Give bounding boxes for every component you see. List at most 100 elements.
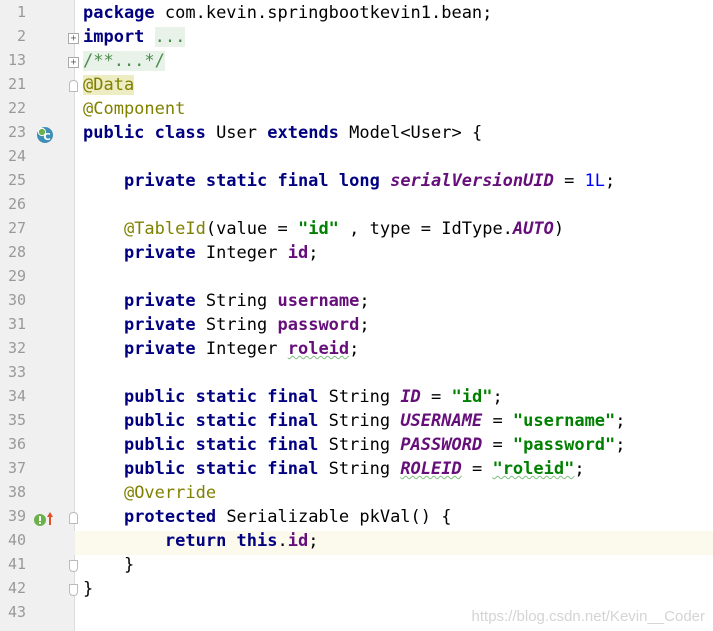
gutter-cell: 22 — [0, 99, 75, 123]
line-number: 36 — [7, 435, 26, 453]
gutter-cell: 25 — [0, 171, 75, 195]
line-number: 39 — [7, 507, 26, 525]
code-token: public static final — [123, 435, 319, 455]
code-text: @Component — [83, 99, 185, 123]
code-line[interactable]: 37 public static final String ROLEID = "… — [0, 459, 713, 483]
code-token: String — [318, 411, 401, 431]
gutter-cell: 31 — [0, 315, 75, 339]
code-token: String — [195, 291, 278, 311]
code-line[interactable]: 38 @Override — [0, 483, 713, 507]
code-line[interactable]: 36 public static final String PASSWORD =… — [0, 435, 713, 459]
code-token: ; — [308, 531, 319, 551]
code-token: USERNAME — [400, 411, 483, 431]
code-token: private — [123, 291, 196, 311]
code-line[interactable]: 1 package com.kevin.springbootkevin1.bean… — [0, 3, 713, 27]
code-token: "password" — [512, 435, 616, 455]
code-token: import — [83, 27, 145, 47]
code-line[interactable]: 23 Cpublic class User extends Model<User>… — [0, 123, 713, 147]
code-text: protected Serializable pkVal() { — [83, 507, 452, 531]
code-text: public static final String ROLEID = "rol… — [83, 459, 585, 483]
code-token: String — [318, 459, 401, 479]
fold-expand-icon[interactable]: + — [68, 57, 79, 68]
code-line[interactable]: 26 — [0, 195, 713, 219]
code-line[interactable]: 32 private Integer roleid; — [0, 339, 713, 363]
gutter-cell: 37 — [0, 459, 75, 483]
code-editor[interactable]: 1 package com.kevin.springbootkevin1.bean… — [0, 0, 713, 631]
line-number: 28 — [7, 243, 26, 261]
fold-expand-icon[interactable]: + — [68, 33, 79, 44]
line-number: 35 — [7, 411, 26, 429]
code-line[interactable]: 31 private String password; — [0, 315, 713, 339]
code-token: Model<User> { — [338, 123, 483, 143]
code-line[interactable]: 39 protected Serializable pkVal() { — [0, 507, 713, 531]
code-text: @Override — [83, 483, 216, 507]
code-token: PASSWORD — [400, 435, 483, 455]
code-token: Serializable pkVal() { — [216, 507, 452, 527]
code-line[interactable]: 41 } — [0, 555, 713, 579]
gutter-cell: 23 C — [0, 123, 75, 147]
code-token: = — [482, 411, 513, 431]
code-token: public static final — [123, 411, 319, 431]
code-token: id — [287, 243, 309, 263]
code-line[interactable]: 21 @Data — [0, 75, 713, 99]
code-token: @TableId — [123, 219, 206, 239]
code-token: = — [420, 387, 452, 407]
code-line[interactable]: 29 — [0, 267, 713, 291]
code-line[interactable]: 25 private static final long serialVersi… — [0, 171, 713, 195]
code-token: private — [123, 243, 196, 263]
code-token: ROLEID — [400, 459, 462, 479]
code-line[interactable]: 2 + import ... — [0, 27, 713, 51]
code-token: Integer — [195, 243, 288, 263]
code-line[interactable]: 42} — [0, 579, 713, 603]
code-token: private — [123, 339, 196, 359]
code-token: } — [83, 555, 135, 575]
code-line[interactable]: 27 @TableId(value = "id" , type = IdType… — [0, 219, 713, 243]
code-token: ; — [574, 459, 585, 479]
fold-end-icon[interactable] — [69, 584, 78, 596]
fold-start-icon[interactable] — [69, 512, 78, 524]
gutter-cell: 24 — [0, 147, 75, 171]
code-line[interactable]: 13 + /**...*/ — [0, 51, 713, 75]
code-token: public static final — [123, 459, 319, 479]
line-number: 27 — [7, 219, 26, 237]
code-text: private Integer roleid; — [83, 339, 359, 363]
code-token: @Override — [123, 483, 217, 503]
code-token: = — [482, 435, 513, 455]
gutter-cell: 39 — [0, 507, 78, 531]
gutter-cell: 36 — [0, 435, 75, 459]
line-number: 42 — [7, 579, 26, 597]
gutter-cell: 33 — [0, 363, 75, 387]
code-token: ; — [492, 387, 503, 407]
code-line[interactable]: 33 — [0, 363, 713, 387]
code-token: 1L — [584, 171, 606, 191]
line-number: 31 — [7, 315, 26, 333]
code-token: "roleid" — [492, 459, 575, 479]
code-token: @Data — [83, 75, 135, 95]
code-line[interactable]: 22 @Component — [0, 99, 713, 123]
code-line[interactable]: 28 private Integer id; — [0, 243, 713, 267]
code-text: private String username; — [83, 291, 370, 315]
override-method-icon[interactable] — [33, 510, 55, 528]
line-number: 22 — [7, 99, 26, 117]
gutter-cell: 38 — [0, 483, 75, 507]
code-line[interactable]: 24 — [0, 147, 713, 171]
fold-start-icon[interactable] — [69, 80, 78, 92]
code-line[interactable]: 30 private String username; — [0, 291, 713, 315]
code-text: public static final String ID = "id"; — [83, 387, 503, 411]
line-number: 43 — [7, 603, 26, 621]
fold-end-icon[interactable] — [69, 560, 78, 572]
code-token: ; — [605, 171, 616, 191]
line-number: 26 — [7, 195, 26, 213]
gutter-cell: 29 — [0, 267, 75, 291]
code-line-current[interactable]: 40 return this.id; — [0, 531, 713, 555]
class-icon[interactable]: C — [36, 126, 54, 144]
code-text: @Data — [83, 75, 135, 99]
code-line[interactable]: 34 public static final String ID = "id"; — [0, 387, 713, 411]
code-token: @Component — [83, 99, 186, 119]
code-token: private static final long — [123, 171, 380, 191]
code-line[interactable]: 35 public static final String USERNAME =… — [0, 411, 713, 435]
